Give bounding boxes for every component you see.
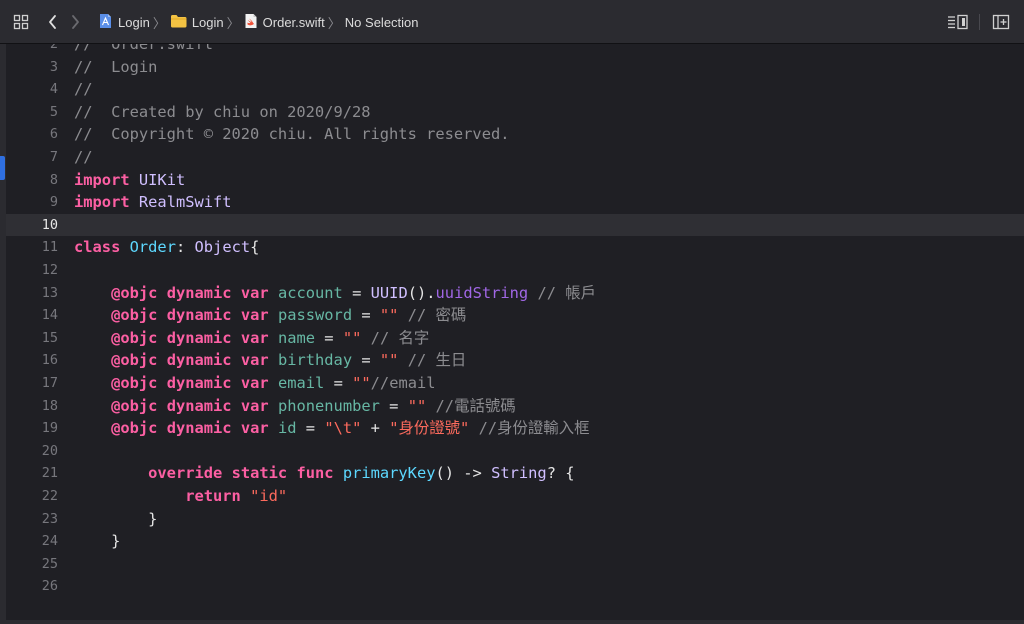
line-number: 4 bbox=[49, 81, 58, 98]
code-text: class Order: Object{ bbox=[74, 238, 260, 257]
code-line[interactable]: 2 // Order.swift bbox=[6, 44, 1024, 55]
code-line[interactable]: 23 } bbox=[6, 508, 1024, 530]
line-number: 13 bbox=[41, 284, 58, 301]
code-text: @objc dynamic var id = "\t" + "身份證號" //身… bbox=[111, 419, 590, 438]
code-text: // bbox=[74, 148, 93, 166]
breadcrumb-separator: 〉 bbox=[226, 15, 240, 31]
breadcrumb-label: Login bbox=[191, 14, 224, 30]
code-line[interactable]: 8 import UIKit bbox=[6, 169, 1024, 191]
code-line[interactable]: 5 // Created by chiu on 2020/9/28 bbox=[6, 101, 1024, 123]
line-number: 16 bbox=[41, 352, 58, 369]
line-number: 21 bbox=[41, 465, 58, 482]
code-line[interactable]: 16 @objc dynamic var birthday = "" // 生日 bbox=[6, 349, 1024, 371]
code-line[interactable]: 6 // Copyright © 2020 chiu. All rights re… bbox=[6, 123, 1024, 145]
chevron-left-icon[interactable] bbox=[42, 11, 64, 33]
breadcrumb: Login 〉 Login 〉 Order.swift 〉 No Selecti… bbox=[98, 13, 419, 32]
breadcrumb-folder[interactable]: Login bbox=[170, 14, 224, 31]
code-line[interactable]: 26 bbox=[6, 575, 1024, 597]
code-line[interactable]: 21 override static func primaryKey() -> … bbox=[6, 462, 1024, 484]
line-number: 20 bbox=[41, 442, 58, 459]
code-line[interactable]: 19 @objc dynamic var id = "\t" + "身份證號" … bbox=[6, 417, 1024, 439]
code-text: // bbox=[74, 80, 93, 99]
code-line[interactable]: 20 bbox=[6, 440, 1024, 462]
code-text: @objc dynamic var phonenumber = "" //電話號… bbox=[111, 396, 516, 415]
line-number: 24 bbox=[41, 533, 58, 550]
editor-options-icon[interactable] bbox=[947, 11, 969, 33]
code-text: // Created by chiu on 2020/9/28 bbox=[74, 102, 371, 121]
code-line[interactable]: 9 import RealmSwift bbox=[6, 191, 1024, 213]
code-text: @objc dynamic var email = ""//email bbox=[111, 374, 436, 392]
breadcrumb-symbol[interactable]: No Selection bbox=[345, 15, 419, 30]
line-number: 26 bbox=[41, 578, 58, 595]
line-number: 12 bbox=[41, 262, 58, 278]
line-number: 14 bbox=[41, 307, 58, 324]
code-text: } bbox=[74, 532, 121, 551]
code-text: @objc dynamic var password = "" // 密碼 bbox=[111, 306, 467, 325]
code-line[interactable]: 25 bbox=[6, 553, 1024, 575]
code-line[interactable]: 24 } bbox=[6, 530, 1024, 552]
line-number: 19 bbox=[41, 420, 58, 437]
line-number: 7 bbox=[49, 149, 58, 165]
breadcrumb-separator: 〉 bbox=[327, 15, 341, 31]
line-number: 10 bbox=[41, 216, 58, 233]
line-number: 3 bbox=[49, 58, 58, 75]
line-number: 23 bbox=[41, 510, 58, 527]
breadcrumb-label: Login bbox=[118, 14, 150, 30]
xcode-project-icon bbox=[98, 13, 113, 32]
code-line[interactable]: 13 @objc dynamic var account = UUID().uu… bbox=[6, 282, 1024, 304]
code-text: // Login bbox=[74, 57, 158, 76]
breadcrumb-project[interactable]: Login bbox=[98, 13, 150, 32]
code-text: } bbox=[74, 509, 158, 528]
line-number: 22 bbox=[41, 488, 58, 504]
line-number: 11 bbox=[41, 239, 58, 256]
code-line[interactable]: 12 bbox=[6, 259, 1024, 281]
code-text: @objc dynamic var name = "" // 名字 bbox=[111, 328, 430, 347]
source-editor[interactable]: 2 // Order.swift 3 // Login 4 // 5 // Created b… bbox=[0, 44, 1024, 624]
line-number: 2 bbox=[49, 44, 58, 52]
code-text: // Copyright © 2020 chiu. All rights res… bbox=[74, 125, 510, 144]
breadcrumb-separator: 〉 bbox=[152, 15, 166, 31]
code-text: // Order.swift bbox=[74, 44, 213, 53]
line-number: 15 bbox=[41, 329, 58, 346]
line-number: 8 bbox=[49, 171, 58, 188]
code-line[interactable]: 10 bbox=[6, 213, 1024, 236]
code-text: import UIKit bbox=[74, 170, 186, 189]
breadcrumb-label: No Selection bbox=[344, 14, 419, 30]
code-text: @objc dynamic var account = UUID().uuidS… bbox=[111, 283, 597, 302]
breadcrumb-label: Order.swift bbox=[262, 14, 325, 30]
code-line[interactable]: 15 @objc dynamic var name = "" // 名字 bbox=[6, 327, 1024, 349]
line-number: 5 bbox=[49, 103, 58, 120]
swift-file-icon bbox=[244, 13, 258, 32]
xcode-editor-window: Login 〉 Login 〉 Order.swift 〉 No Selecti… bbox=[0, 0, 1024, 624]
code-line[interactable]: 17 @objc dynamic var email = ""//email bbox=[6, 372, 1024, 394]
line-number: 25 bbox=[41, 555, 58, 572]
code-line[interactable]: 22 return "id" bbox=[6, 485, 1024, 507]
line-number: 17 bbox=[41, 375, 58, 391]
code-text: return "id" bbox=[185, 487, 288, 505]
grid-icon[interactable] bbox=[10, 11, 32, 33]
code-line[interactable]: 3 // Login bbox=[6, 56, 1024, 78]
line-number: 9 bbox=[49, 194, 58, 211]
code-text: import RealmSwift bbox=[74, 193, 232, 212]
code-text: @objc dynamic var birthday = "" // 生日 bbox=[111, 351, 467, 370]
gutter-change-marker bbox=[0, 156, 5, 180]
code-line[interactable]: 18 @objc dynamic var phonenumber = "" //… bbox=[6, 395, 1024, 417]
code-line[interactable]: 4 // bbox=[6, 78, 1024, 100]
code-text: override static func primaryKey() -> Str… bbox=[148, 464, 575, 483]
line-number: 18 bbox=[41, 397, 58, 414]
add-editor-icon[interactable] bbox=[990, 11, 1012, 33]
jump-bar-left: Login 〉 Login 〉 Order.swift 〉 No Selecti… bbox=[10, 11, 419, 33]
code-line[interactable]: 11 class Order: Object{ bbox=[6, 236, 1024, 258]
editor-bottom-edge bbox=[0, 620, 1024, 624]
line-number: 6 bbox=[49, 126, 58, 143]
jump-bar-right bbox=[947, 11, 1012, 33]
folder-icon bbox=[170, 14, 187, 31]
jump-bar: Login 〉 Login 〉 Order.swift 〉 No Selecti… bbox=[0, 0, 1024, 44]
code-line[interactable]: 14 @objc dynamic var password = "" // 密碼 bbox=[6, 304, 1024, 326]
toolbar-divider bbox=[979, 14, 980, 30]
breadcrumb-file[interactable]: Order.swift bbox=[244, 13, 325, 32]
code-line[interactable]: 7 // bbox=[6, 146, 1024, 168]
chevron-right-icon[interactable] bbox=[64, 11, 86, 33]
